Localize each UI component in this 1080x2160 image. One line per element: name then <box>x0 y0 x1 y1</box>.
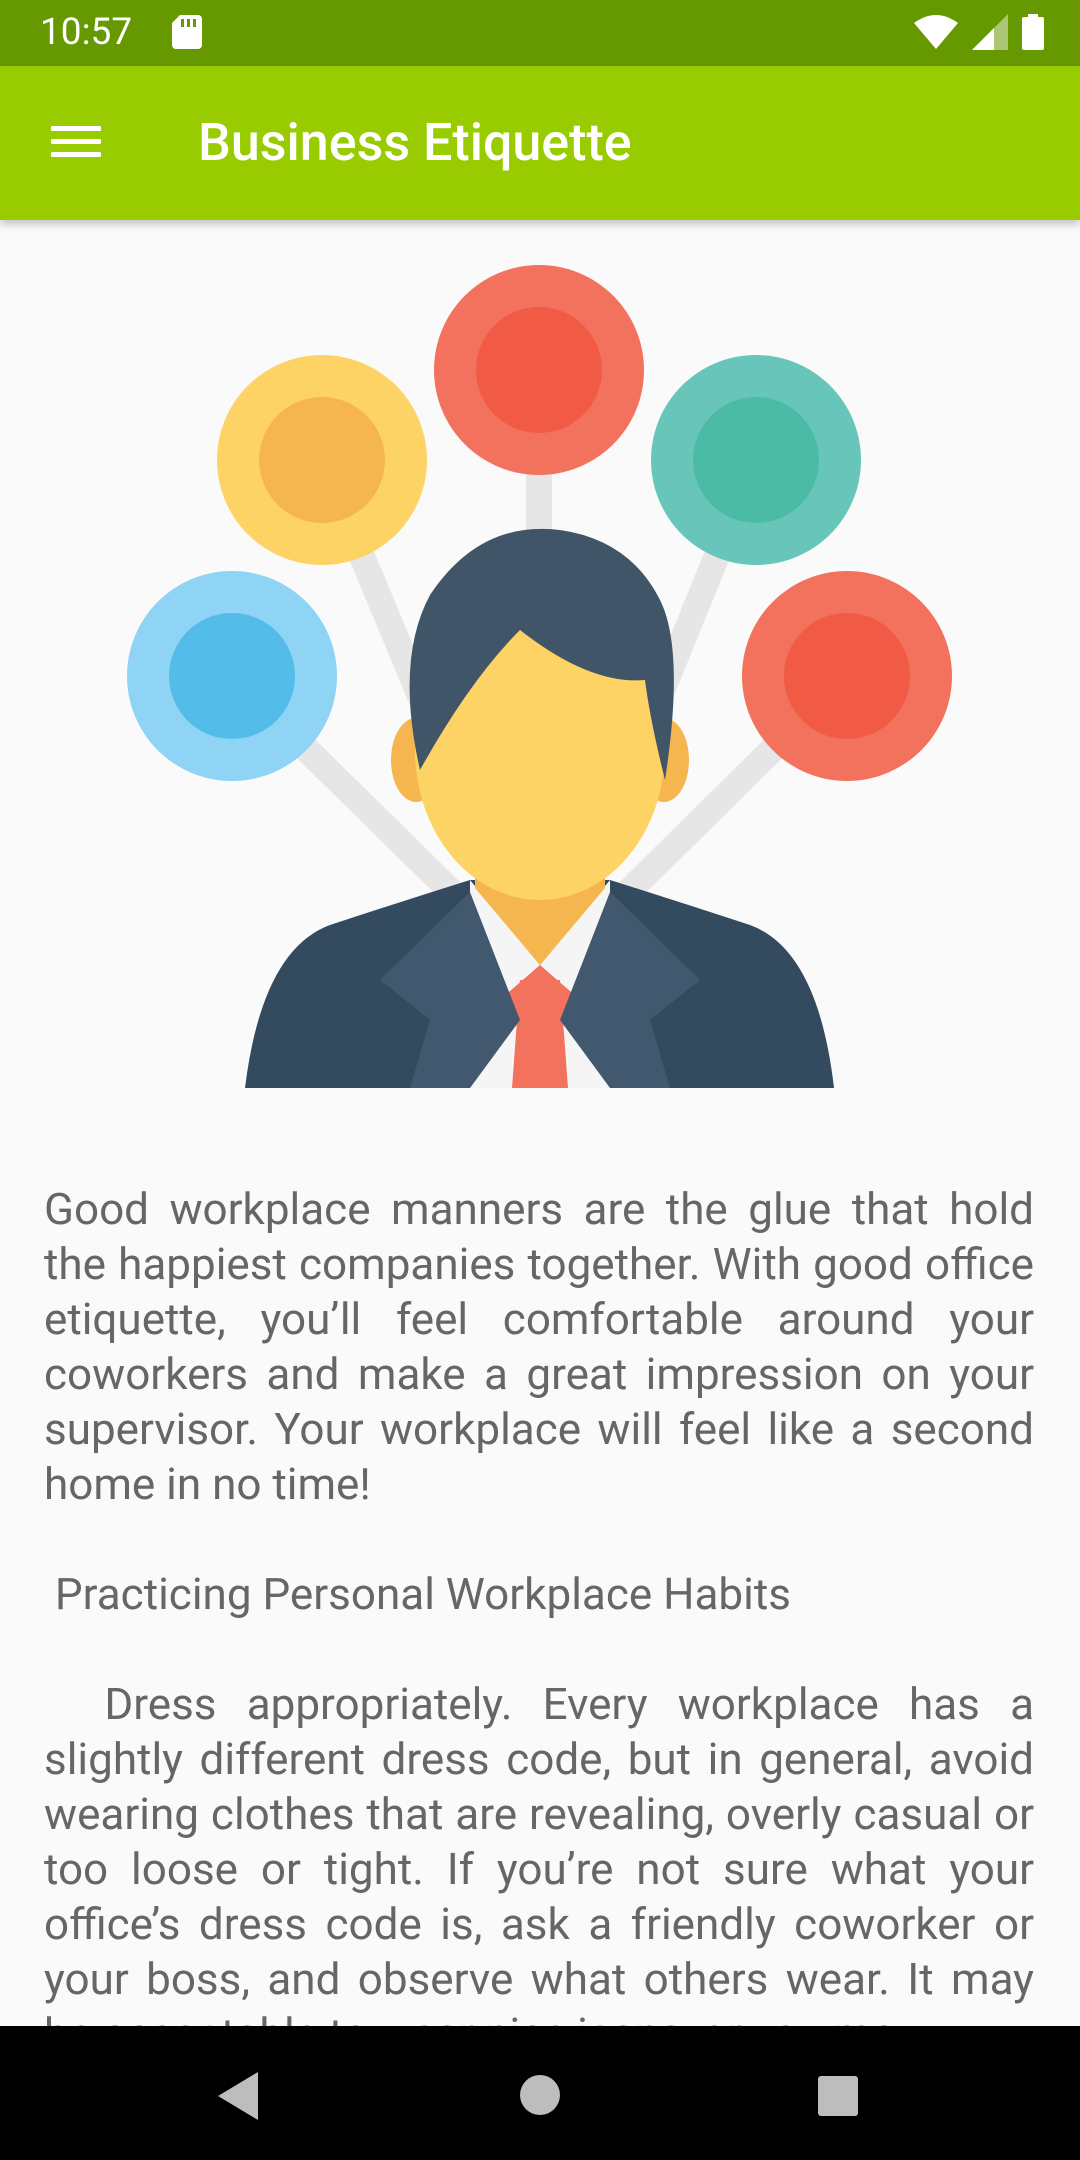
businessman-illustration <box>127 265 952 1088</box>
wifi-icon <box>914 15 958 49</box>
signal-icon <box>972 14 1008 50</box>
intro-paragraph: Good workplace manners are the glue that… <box>44 1183 1045 1510</box>
body-paragraph: Dress appropriately. Every workplace has… <box>44 1678 1035 2026</box>
app-toolbar: Business Etiquette <box>0 66 1080 220</box>
article-scroll-view[interactable]: Good workplace manners are the glue that… <box>0 220 1080 2026</box>
back-icon[interactable] <box>214 2070 262 2122</box>
status-bar: 10:57 <box>0 0 1080 66</box>
article-text: Good workplace manners are the glue that… <box>44 1182 1034 2026</box>
sd-card-icon <box>172 15 202 49</box>
section-heading: Practicing Personal Workplace Habits <box>44 1568 791 1620</box>
home-icon[interactable] <box>519 2074 561 2116</box>
page-title: Business Etiquette <box>198 112 632 173</box>
battery-icon <box>1022 14 1044 50</box>
navigation-bar <box>0 2026 1080 2160</box>
status-time: 10:57 <box>40 11 133 54</box>
recents-icon[interactable] <box>818 2076 858 2116</box>
hamburger-menu-icon[interactable] <box>44 116 108 166</box>
